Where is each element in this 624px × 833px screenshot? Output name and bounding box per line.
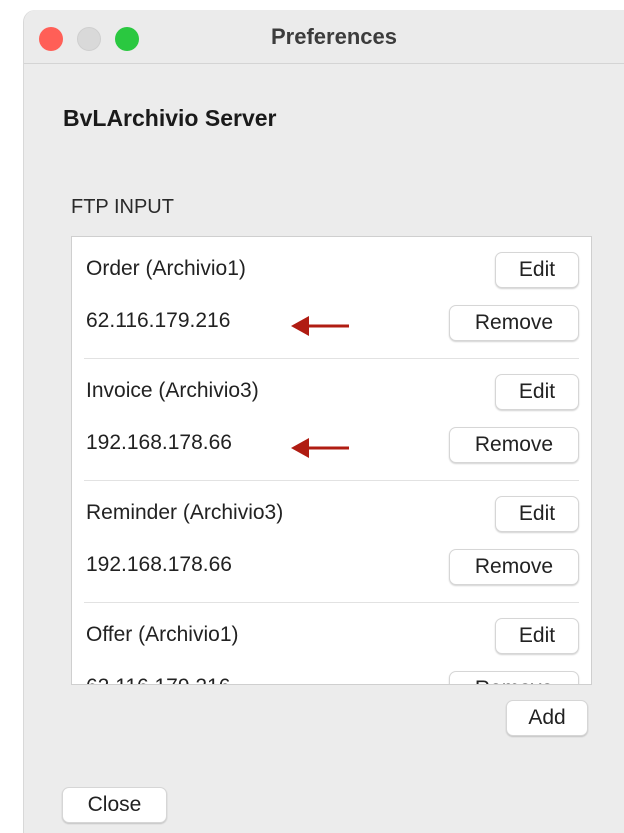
ftp-input-list[interactable]: Order (Archivio1) Edit 62.116.179.216 Re…: [71, 236, 592, 685]
list-item: Invoice (Archivio3) Edit 192.168.178.66 …: [84, 359, 579, 481]
add-button[interactable]: Add: [506, 700, 588, 736]
entry-name: Offer (Archivio1): [86, 623, 239, 646]
close-button[interactable]: Close: [62, 787, 167, 823]
entry-name: Reminder (Archivio3): [86, 501, 284, 524]
window-title: Preferences: [271, 24, 397, 49]
list-item: Reminder (Archivio3) Edit 192.168.178.66…: [84, 481, 579, 603]
edit-button[interactable]: Edit: [495, 496, 579, 532]
edit-button[interactable]: Edit: [495, 252, 579, 288]
list-item: Order (Archivio1) Edit 62.116.179.216 Re…: [84, 237, 579, 359]
entry-name: Invoice (Archivio3): [86, 379, 259, 402]
edit-button[interactable]: Edit: [495, 618, 579, 654]
preferences-window: Preferences BvLArchivio Server FTP INPUT…: [24, 10, 624, 833]
remove-button[interactable]: Remove: [449, 427, 579, 463]
remove-button[interactable]: Remove: [449, 305, 579, 341]
entry-ip-address: 192.168.178.66: [86, 553, 232, 576]
entry-ip-address: 62.116.179.216: [86, 675, 230, 684]
list-item: Offer (Archivio1) Edit 62.116.179.216 Re…: [84, 603, 579, 684]
ftp-input-label: FTP INPUT: [71, 196, 174, 218]
entry-name: Order (Archivio1): [86, 257, 246, 280]
remove-button[interactable]: Remove: [449, 671, 579, 684]
remove-button[interactable]: Remove: [449, 549, 579, 585]
left-arrow-icon: [291, 316, 349, 336]
entry-ip-address: 192.168.178.66: [86, 431, 232, 454]
title-bar: Preferences: [24, 10, 624, 64]
left-arrow-icon: [291, 438, 349, 458]
edit-button[interactable]: Edit: [495, 374, 579, 410]
section-title: BvLArchivio Server: [63, 105, 277, 131]
entry-ip-address: 62.116.179.216: [86, 309, 231, 332]
